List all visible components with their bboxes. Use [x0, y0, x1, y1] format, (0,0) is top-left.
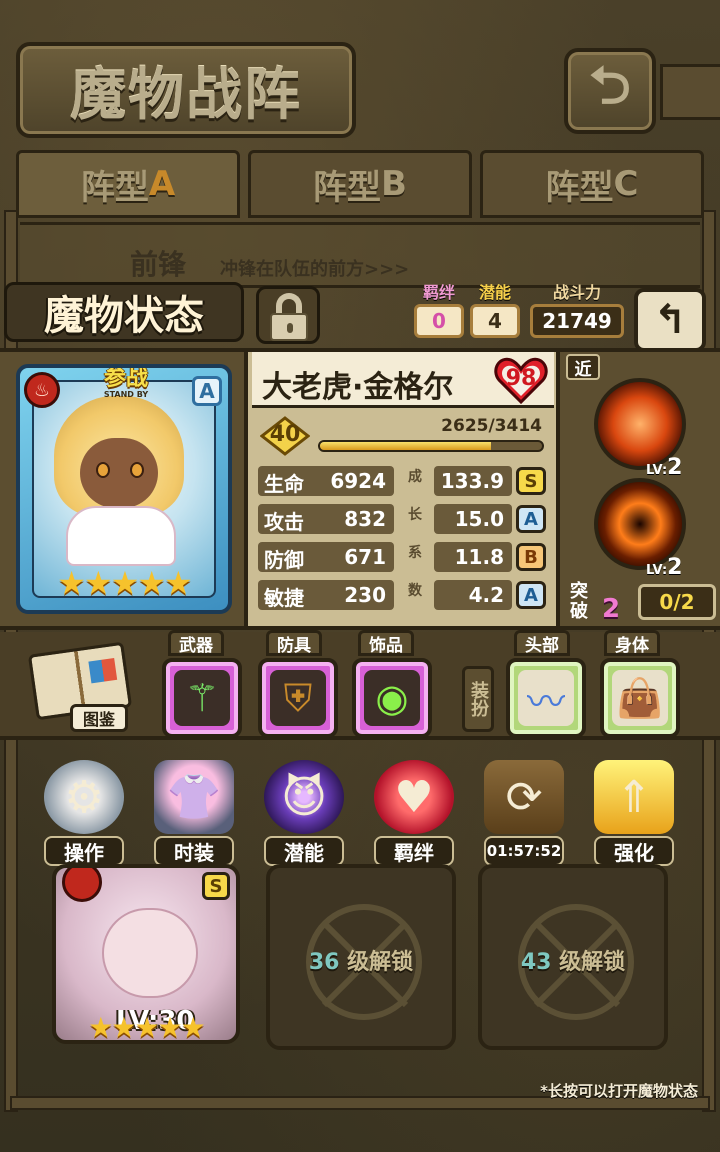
timer-button[interactable]: ⟳ 01:57:52 [476, 756, 572, 866]
power-stat: 战斗力 21749 [530, 284, 624, 338]
status-header: 魔物状态 羁绊 0 潜能 4 战斗力 21749 ↰ [0, 282, 720, 352]
monster-status-panel: ♨ A 参战 STAND BY ★★★★★ 大老虎·金格尔 98 40 2625… [0, 348, 720, 630]
lock-icon[interactable] [256, 286, 320, 344]
status-title: 魔物状态 [4, 282, 244, 342]
tab-formation-b[interactable]: 阵型 B [248, 150, 472, 218]
gear-icon: ⚙ [44, 760, 124, 834]
eye-skill-icon[interactable]: LV:2 [594, 478, 686, 580]
armor-label: 防具 [266, 630, 322, 656]
weapon-label: 武器 [168, 630, 224, 656]
head-slot[interactable]: 〰 [506, 658, 586, 738]
grade-badge: A [516, 581, 546, 609]
rank-badge: A [192, 376, 222, 406]
dress-label: 装扮 [462, 666, 494, 732]
hint-text: *长按可以打开魔物状态 [540, 1082, 698, 1100]
body-label: 身体 [604, 630, 660, 656]
range-badge: 近 [566, 354, 600, 380]
staff-icon: ⚚ [174, 670, 230, 726]
outfit-button[interactable]: 👚 时装 [146, 756, 242, 866]
breakthrough[interactable]: 突破 2 0/2 [564, 582, 720, 624]
tab-formation-c[interactable]: 阵型 C [480, 150, 704, 218]
page-title: 魔物战阵 [16, 42, 356, 138]
rank-badge: S [202, 872, 230, 900]
grade-badge: B [516, 543, 546, 571]
attr-row-agi: 敏捷 230 数 4.2 A [258, 580, 548, 612]
tab-formation-a[interactable]: 阵型 A [16, 150, 240, 218]
exp-text: 2625/3414 [441, 416, 542, 436]
monster-portrait [102, 908, 198, 998]
formation-tabs: 阵型 A 阵型 B 阵型 C [12, 150, 708, 218]
vanguard-row: 前锋 冲锋在队伍的前方>>> [20, 222, 700, 288]
team-slot-2-locked: 36 级解锁 [266, 864, 456, 1050]
ribbon-icon: 〰 [518, 670, 574, 726]
weapon-slot[interactable]: ⚚ [162, 658, 242, 738]
bag-icon: 👜 [612, 670, 668, 726]
monster-card[interactable]: ♨ A 参战 STAND BY ★★★★★ [16, 364, 232, 614]
attr-row-atk: 攻击 832 长 15.0 A [258, 504, 548, 536]
vanguard-label: 前锋 [130, 248, 187, 281]
up-arrows-icon: ⇑ [594, 760, 674, 834]
bond-stat: 羁绊 0 [414, 284, 464, 338]
level-badge: 40 [259, 416, 311, 456]
operate-button[interactable]: ⚙ 操作 [36, 756, 132, 866]
back-arrow-icon: ⮌ [589, 55, 631, 116]
codex-button[interactable]: 图鉴 [26, 641, 136, 732]
potential-button[interactable]: 😈 潜能 [256, 756, 352, 866]
body-slot[interactable]: 👜 [600, 658, 680, 738]
armor-slot[interactable]: ⛨ [258, 658, 338, 738]
bond-button[interactable]: ♥ 羁绊 [366, 756, 462, 866]
name-bar: 大老虎·金格尔 98 [252, 352, 554, 408]
devil-icon: 😈 [264, 760, 344, 834]
exp-bar [318, 440, 544, 452]
grade-badge: S [516, 467, 546, 495]
outfit-icon: 👚 [154, 760, 234, 834]
action-bar: ⚙ 操作 👚 时装 😈 潜能 ♥ 羁绊 ⟳ 01:57:52 ⇑ 强化 [0, 756, 720, 866]
potential-stat: 潜能 4 [470, 284, 520, 338]
back-button-top[interactable]: ⮌ [564, 48, 656, 134]
equipment-row: 图鉴 武器 ⚚ 防具 ⛨ 饰品 ◉ 装扮 头部 〰 身体 👜 [0, 630, 720, 740]
team-slot-3-locked: 43 级解锁 [478, 864, 668, 1050]
close-status-button[interactable]: ↰ [634, 288, 706, 352]
accessory-slot[interactable]: ◉ [352, 658, 432, 738]
armor-icon: ⛨ [270, 670, 326, 726]
return-arrow-icon: ↰ [653, 297, 687, 343]
grade-badge: A [516, 505, 546, 533]
info-area: 大老虎·金格尔 98 40 2625/3414 生命 6924 成 133.9 S… [252, 352, 554, 626]
side-tab [660, 64, 720, 120]
attr-row-hp: 生命 6924 成 133.9 S [258, 466, 548, 498]
attr-row-def: 防御 671 系 11.8 B [258, 542, 548, 574]
skill-area: 近 LV:2 LV:2 突破 2 0/2 [556, 352, 720, 626]
level-row: 40 2625/3414 [252, 412, 554, 456]
eye-charm-icon: ◉ [364, 670, 420, 726]
fire-element-icon [62, 868, 102, 902]
tiger-skill-icon[interactable]: LV:2 [594, 378, 686, 480]
heart-icon: 98 [494, 356, 548, 405]
hearts-icon: ♥ [374, 760, 454, 834]
fire-element-icon: ♨ [24, 372, 60, 408]
vanguard-desc: 冲锋在队伍的前方>>> [220, 259, 410, 280]
star-rating: ★★★★★ [57, 564, 192, 602]
standby-badge: 参战 STAND BY [103, 366, 149, 399]
star-rating: ★★★★★ [88, 1011, 206, 1044]
card-area: ♨ A 参战 STAND BY ★★★★★ [0, 352, 248, 626]
team-slot-1[interactable]: S LV:30 ★★★★★ [52, 864, 240, 1044]
enhance-button[interactable]: ⇑ 强化 [586, 756, 682, 866]
monster-name: 大老虎·金格尔 [262, 370, 454, 405]
head-label: 头部 [514, 630, 570, 656]
refresh-box-icon: ⟳ [484, 760, 564, 834]
accessory-label: 饰品 [358, 630, 414, 656]
